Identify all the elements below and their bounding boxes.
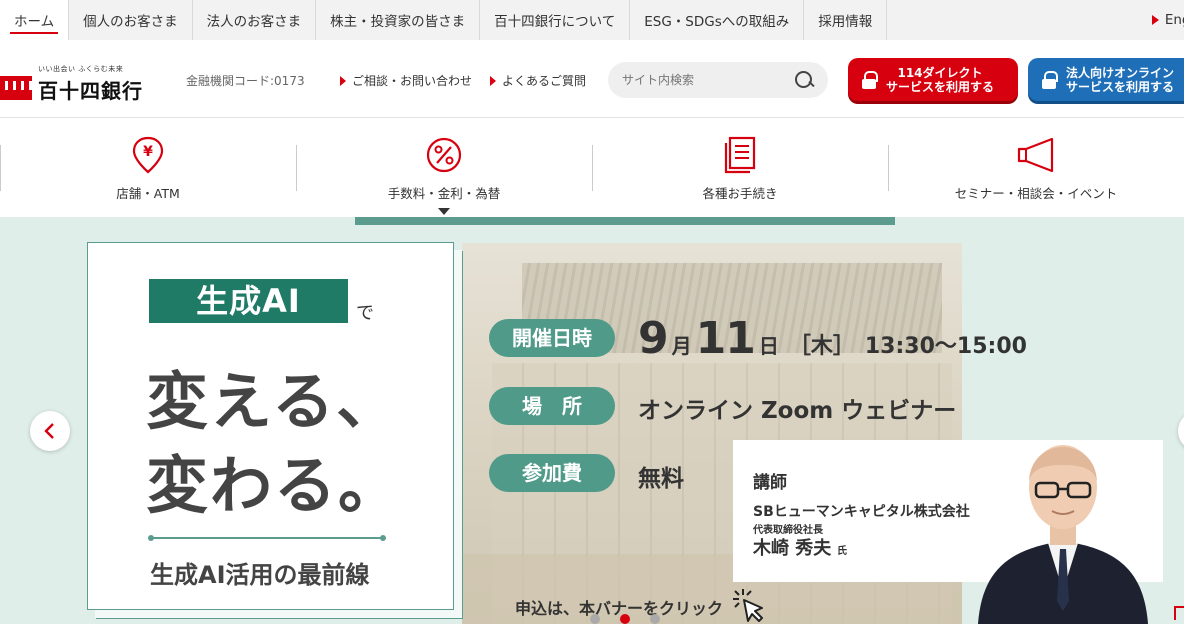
speaker-photo <box>978 445 1148 624</box>
tab-esg[interactable]: ESG・SDGsへの取組み <box>630 0 805 40</box>
nav-procedures[interactable]: 各種お手続き <box>592 119 888 217</box>
lock-icon <box>1042 70 1058 89</box>
place-pill: 場 所 <box>489 387 615 425</box>
tab-corporate[interactable]: 法人のお客さま <box>193 0 317 40</box>
tab-personal[interactable]: 個人のお客さま <box>69 0 193 40</box>
direct-label-2: サービスを利用する <box>886 79 995 94</box>
banner-top-bar <box>355 217 895 225</box>
seminar-banner[interactable]: 生成AI で 変える、 変わる。 生成AI活用の最前線 開催日時 9 月 11 … <box>0 217 1184 624</box>
divider <box>148 535 386 541</box>
click-cursor-icon <box>733 589 764 622</box>
top-navigation: ホーム 個人のお客さま 法人のお客さま 株主・投資家の皆さま 百十四銀行について… <box>0 0 1184 40</box>
consult-label: ご相談・お問い合わせ <box>352 74 473 88</box>
tab-label: 株主・投資家の皆さま <box>330 14 466 30</box>
speaker-name: 木崎 秀夫 <box>753 538 832 559</box>
event-month: 9 <box>638 313 669 364</box>
search-input[interactable] <box>622 73 794 87</box>
speaker-organization: SBヒューマンキャピタル株式会社 <box>753 504 970 520</box>
percent-icon <box>426 137 462 173</box>
nav-label: 各種お手続き <box>702 186 778 201</box>
english-link[interactable]: Engli <box>1151 0 1184 40</box>
event-time: 13:30〜15:00 <box>864 334 1027 359</box>
generative-ai-label: 生成AI <box>149 279 348 323</box>
tab-home[interactable]: ホーム <box>0 0 70 40</box>
slide-indicators <box>590 614 660 624</box>
tab-investors[interactable]: 株主・投資家の皆さま <box>316 0 481 40</box>
tab-label: 採用情報 <box>818 14 873 30</box>
headline-line-2: 変わる。 <box>146 449 403 522</box>
triangle-right-icon <box>490 75 496 86</box>
event-date: 9 月 11 日 ［木］ 13:30〜15:00 <box>638 313 1027 364</box>
tab-label: ESG・SDGsへの取組み <box>644 14 790 30</box>
logo-mark-icon <box>0 72 32 104</box>
prev-slide-button[interactable] <box>30 411 70 451</box>
tab-label: 百十四銀行について <box>494 14 616 30</box>
nav-label: 店舗・ATM <box>116 186 180 201</box>
slide-dot-active[interactable] <box>620 614 630 624</box>
next-slide-button[interactable] <box>1178 411 1184 451</box>
tab-label: ホーム <box>14 14 55 30</box>
date-pill: 開催日時 <box>489 319 615 357</box>
nav-fees-rates[interactable]: 手数料・金利・為替 <box>296 119 592 217</box>
direct-label-1: 114ダイレクト <box>897 65 983 80</box>
caret-down-icon <box>438 208 450 215</box>
tab-about[interactable]: 百十四銀行について <box>480 0 631 40</box>
bank-logo[interactable]: いい出会い ふくらむ未来 百十四銀行 <box>0 64 143 104</box>
english-label: Engli <box>1164 12 1184 28</box>
nav-branch-atm[interactable]: ¥ 店舗・ATM <box>0 119 296 217</box>
tab-recruit[interactable]: 採用情報 <box>804 0 888 40</box>
faq-link[interactable]: よくあるご質問 <box>490 72 586 89</box>
tab-label: 個人のお客さま <box>83 14 178 30</box>
month-unit: 月 <box>671 334 692 358</box>
svg-text:¥: ¥ <box>143 144 153 160</box>
triangle-right-icon <box>340 75 346 86</box>
event-fee: 無料 <box>638 466 684 492</box>
tab-label: 法人のお客さま <box>206 14 302 30</box>
event-place: オンライン Zoom ウェビナー <box>638 398 957 424</box>
day-unit: 日 <box>758 334 779 358</box>
lock-icon <box>862 70 878 89</box>
headline-card: 生成AI で 変える、 変わる。 生成AI活用の最前線 <box>87 242 454 610</box>
speaker-role: 講師 <box>753 473 787 493</box>
corp-label-1: 法人向けオンライン <box>1066 65 1175 80</box>
bank-code: 金融機関コード:0173 <box>186 74 305 88</box>
slide-dot[interactable] <box>650 614 660 624</box>
headline-line-1: 変える、 <box>146 365 401 438</box>
nav-label: セミナー・相談会・イベント <box>954 186 1118 201</box>
speaker-honorific: 氏 <box>837 546 847 557</box>
site-search <box>608 62 828 98</box>
megaphone-icon <box>1017 137 1054 173</box>
search-icon[interactable] <box>794 70 814 90</box>
faq-label: よくあるご質問 <box>502 74 587 88</box>
slide-dot[interactable] <box>590 614 600 624</box>
corporate-login-button[interactable]: 法人向けオンライン サービスを利用する <box>1028 58 1184 101</box>
chevron-left-icon <box>44 423 54 439</box>
icon-navigation: ¥ 店舗・ATM 手数料・金利・為替 各種お手続き セミナー・相談会・イベント <box>0 119 1184 217</box>
document-icon <box>724 136 756 174</box>
nav-seminars[interactable]: セミナー・相談会・イベント <box>888 119 1184 217</box>
corp-label-2: サービスを利用する <box>1066 79 1175 94</box>
triangle-right-icon <box>1151 15 1159 25</box>
particle-de: で <box>356 303 374 324</box>
logo-tagline: いい出会い ふくらむ未来 <box>38 65 124 73</box>
map-pin-yen-icon: ¥ <box>132 136 164 174</box>
corner-decoration <box>1174 606 1184 620</box>
direct-login-button[interactable]: 114ダイレクト サービスを利用する <box>848 58 1018 101</box>
headline-subtitle: 生成AI活用の最前線 <box>150 561 370 589</box>
fee-pill: 参加費 <box>489 454 615 492</box>
consult-link[interactable]: ご相談・お問い合わせ <box>340 72 472 89</box>
nav-label: 手数料・金利・為替 <box>387 186 501 201</box>
event-day: 11 <box>695 313 756 364</box>
site-header: いい出会い ふくらむ未来 百十四銀行 金融機関コード:0173 ご相談・お問い合… <box>0 40 1184 118</box>
event-weekday: ［木］ <box>788 334 855 359</box>
logo-name: 百十四銀行 <box>38 79 143 103</box>
